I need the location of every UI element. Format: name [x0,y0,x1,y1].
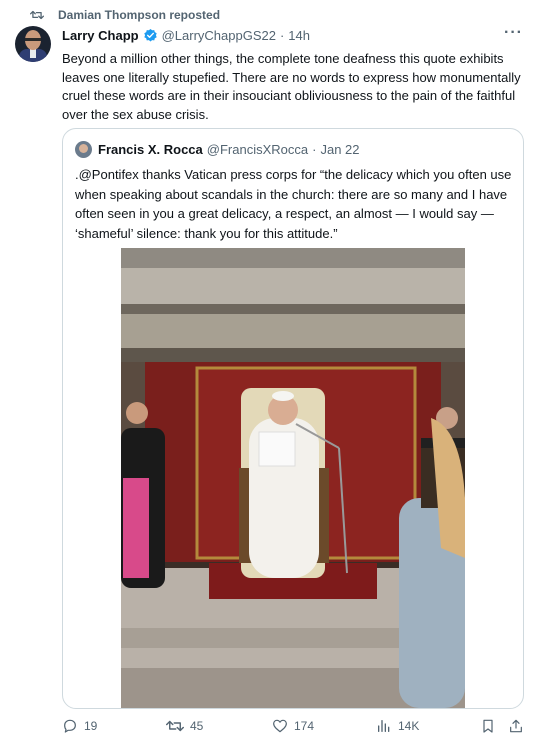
author-name[interactable]: Larry Chapp [62,28,139,43]
reply-count: 19 [84,719,98,733]
tweet-time[interactable]: 14h [288,28,310,43]
repost-text[interactable]: Damian Thompson reposted [58,8,220,22]
author-handle[interactable]: @LarryChappGS22 [162,28,276,43]
views-button[interactable]: 14K [376,718,419,734]
quoted-text: .@Pontifex thanks Vatican press corps fo… [75,167,512,241]
quoted-header: Francis X. Rocca @FrancisXRocca · Jan 22 [75,141,360,158]
quoted-author-handle: @FrancisXRocca [206,142,309,157]
like-icon [273,719,287,733]
quoted-author-name: Francis X. Rocca [98,142,203,157]
share-icon [510,719,522,733]
more-icon[interactable]: ··· [504,24,523,42]
meta-separator: · [279,27,285,43]
repost-button[interactable]: 45 [166,718,203,734]
repost-indicator[interactable]: Damian Thompson reposted [30,7,220,23]
tweet-header: Larry Chapp @LarryChappGS22 · 14h [62,25,525,45]
quoted-tweet[interactable]: Francis X. Rocca @FrancisXRocca · Jan 22… [62,128,524,709]
reply-button[interactable]: 19 [62,718,97,734]
reply-icon [64,719,76,733]
repost-count: 45 [190,719,204,733]
bookmark-icon [483,719,493,733]
quoted-author-avatar [75,141,92,158]
bookmark-button[interactable] [480,718,496,734]
views-icon [378,720,390,732]
like-button[interactable]: 174 [272,718,314,734]
action-bar: 19 45 174 14K [0,712,535,742]
repost-icon [30,10,44,20]
views-count: 14K [398,719,420,733]
quoted-separator: · [312,142,317,157]
like-count: 174 [294,719,315,733]
quoted-photo[interactable] [121,248,465,708]
repost-icon [166,720,184,732]
quoted-time: Jan 22 [320,142,360,157]
tweet-text: Beyond a million other things, the compl… [62,51,521,122]
verified-badge-icon [143,28,158,43]
share-button[interactable] [508,718,524,734]
author-avatar[interactable] [15,26,51,62]
